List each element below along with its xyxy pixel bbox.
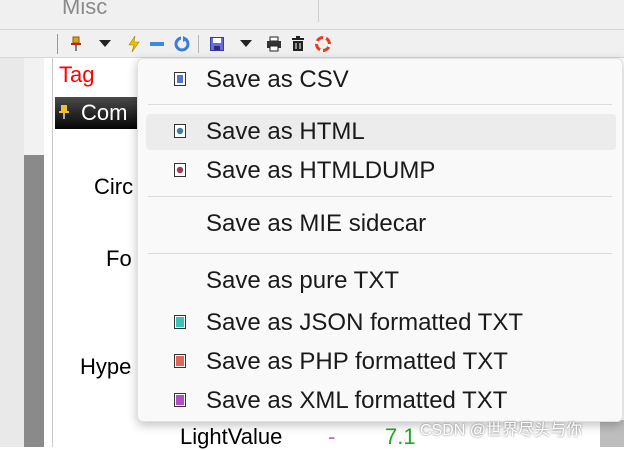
scrollbar-thumb[interactable]: [24, 155, 44, 447]
menu-item-label: Save as PHP formatted TXT: [206, 348, 508, 375]
tab-strip: Misc: [0, 0, 624, 30]
csv-file-icon: [174, 72, 186, 86]
menu-item-label: Save as HTML: [206, 118, 365, 145]
html-file-icon: [174, 124, 186, 138]
pin-icon[interactable]: [66, 33, 86, 55]
menu-item-save-mie-sidecar[interactable]: Save as MIE sidecar: [146, 206, 616, 242]
menu-item-label: Save as pure TXT: [206, 267, 399, 294]
refresh-icon[interactable]: [172, 33, 192, 55]
menu-item-label: Save as CSV: [206, 66, 349, 93]
lifebuoy-icon[interactable]: [313, 33, 333, 55]
tab-misc[interactable]: Misc: [62, 0, 107, 20]
property-name: LightValue: [180, 424, 283, 449]
menu-item-label: Save as JSON formatted TXT: [206, 309, 524, 336]
lightning-icon[interactable]: [124, 33, 144, 55]
menu-separator: [148, 253, 612, 254]
menu-item-save-pure-txt[interactable]: Save as pure TXT: [146, 263, 616, 299]
property-separator: -: [328, 424, 336, 449]
pin-icon: [58, 100, 70, 126]
property-name: Hype: [80, 354, 132, 379]
json-file-icon: [174, 315, 186, 329]
scrollbar-right: [600, 420, 624, 447]
menu-item-save-json-txt[interactable]: Save as JSON formatted TXT: [146, 305, 616, 341]
dropdown-arrow-icon[interactable]: [95, 33, 115, 55]
property-name: Fo: [106, 246, 132, 271]
minus-icon[interactable]: [147, 33, 167, 55]
tab-divider: [318, 0, 319, 22]
xml-file-icon: [174, 393, 186, 407]
print-icon[interactable]: [264, 33, 284, 55]
php-file-icon: [174, 354, 186, 368]
side-margin: [0, 58, 24, 447]
property-value: 7.1: [385, 424, 416, 449]
dropdown-arrow-icon[interactable]: [236, 33, 256, 55]
menu-item-label: Save as HTMLDUMP: [206, 157, 436, 184]
section-title: Com: [81, 100, 128, 125]
htmldump-file-icon: [174, 163, 186, 177]
panel-border: [52, 58, 53, 447]
trash-icon[interactable]: [288, 33, 308, 55]
menu-separator: [148, 104, 612, 105]
tag-column-header: Tag: [59, 62, 95, 87]
watermark: CSDN @世界尽头与你: [420, 422, 583, 439]
menu-item-save-csv[interactable]: Save as CSV: [146, 62, 616, 98]
menu-item-save-php-txt[interactable]: Save as PHP formatted TXT: [146, 344, 616, 380]
menu-item-label: Save as MIE sidecar: [206, 210, 427, 237]
toolbar-grip: [57, 34, 58, 54]
save-menu: Save as CSV Save as HTML Save as HTMLDUM…: [137, 58, 623, 422]
menu-item-label: Save as XML formatted TXT: [206, 387, 508, 414]
menu-item-save-xml-txt[interactable]: Save as XML formatted TXT: [146, 383, 616, 419]
toolbar: [0, 30, 624, 58]
menu-separator: [148, 196, 612, 197]
toolbar-separator: [198, 35, 199, 53]
save-icon[interactable]: [207, 33, 227, 55]
menu-item-save-html[interactable]: Save as HTML: [146, 114, 616, 150]
menu-item-save-htmldump[interactable]: Save as HTMLDUMP: [146, 153, 616, 189]
property-name: Circ: [94, 174, 134, 199]
section-header[interactable]: Com: [55, 97, 145, 129]
